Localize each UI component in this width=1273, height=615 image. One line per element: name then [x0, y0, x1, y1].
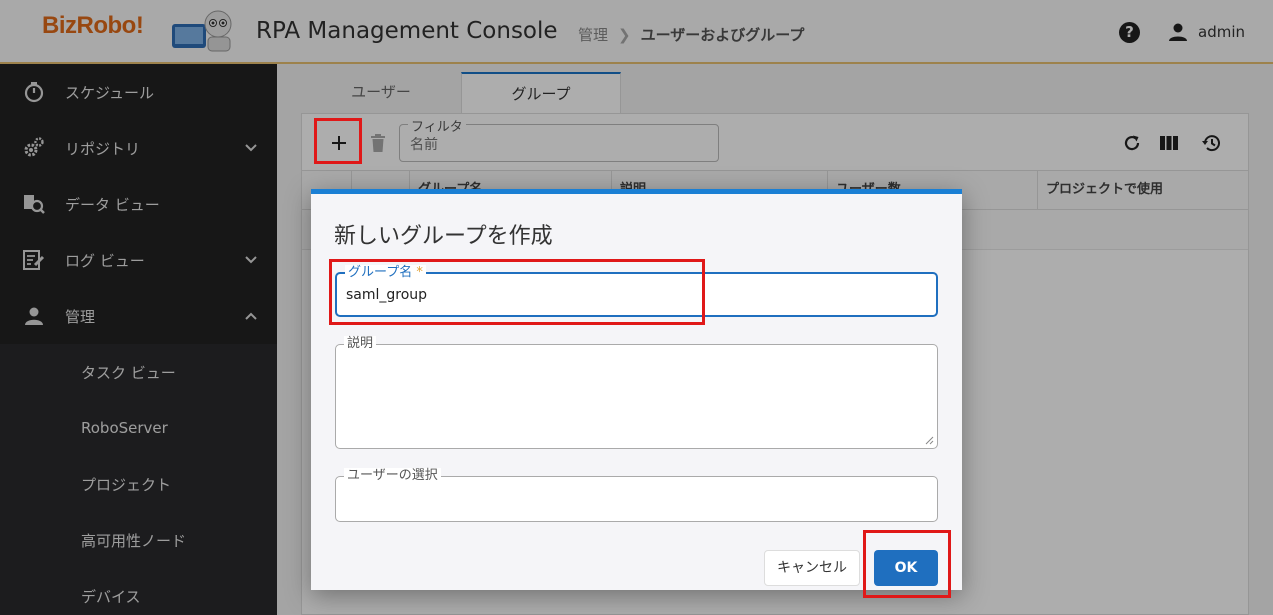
user-select-field[interactable]: ユーザーの選択	[335, 468, 938, 522]
highlight-add-button	[314, 118, 362, 164]
highlight-ok-button	[863, 530, 951, 598]
description-label: 説明	[344, 336, 377, 352]
cancel-button[interactable]: キャンセル	[764, 550, 860, 586]
description-field[interactable]: 説明	[335, 336, 938, 449]
dialog-title: 新しいグループを作成	[334, 224, 553, 249]
highlight-group-name	[329, 259, 705, 325]
user-select-label: ユーザーの選択	[344, 468, 441, 484]
resize-grip-icon[interactable]	[924, 435, 934, 445]
